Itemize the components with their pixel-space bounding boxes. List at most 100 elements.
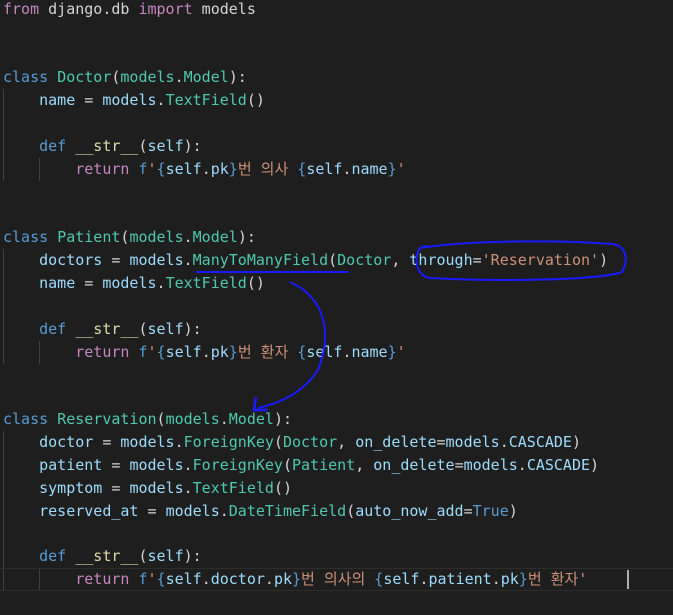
code-token: class [3, 68, 49, 86]
code-token: . [491, 570, 501, 588]
code-token: __str__ [75, 137, 139, 155]
code-token: ( [346, 502, 356, 520]
code-token: Model [183, 68, 229, 86]
code-token: . [201, 160, 211, 178]
code-token: def [39, 320, 67, 338]
code-line[interactable]: class Patient(models.Model): [3, 226, 256, 249]
code-line[interactable]: return f'{self.pk}번 환자 {self.name}' [3, 341, 405, 364]
code-token: doctor [39, 433, 94, 451]
code-token: } [518, 570, 528, 588]
code-token: { [374, 570, 384, 588]
code-token: Model [192, 228, 238, 246]
code-token: django.db [39, 0, 139, 18]
code-token: 번 환자' [527, 570, 588, 588]
code-token: . [517, 456, 527, 474]
code-token: through [409, 251, 473, 269]
code-token: ( [138, 137, 148, 155]
code-line[interactable]: name = models.TextField() [3, 89, 265, 112]
code-token: self [165, 343, 202, 361]
code-token: 번 의사 [237, 160, 298, 178]
code-token: ForeignKey [192, 456, 283, 474]
code-token: = [436, 433, 446, 451]
code-token: doctors [39, 251, 103, 269]
code-token: ' [396, 160, 406, 178]
code-token: Doctor [57, 68, 112, 86]
code-token: ): [183, 137, 202, 155]
code-token: models [129, 456, 184, 474]
code-token: models [102, 91, 157, 109]
code-token: . [183, 228, 193, 246]
code-line[interactable]: doctors = models.ManyToManyField(Doctor,… [3, 249, 608, 272]
code-line[interactable]: reserved_at = models.DateTimeField(auto_… [3, 500, 518, 523]
code-token: __str__ [75, 320, 139, 338]
code-token: models [120, 68, 175, 86]
code-token: models [445, 433, 500, 451]
code-token: = [463, 502, 473, 520]
code-token: ): [273, 410, 292, 428]
code-token: auto_now_add [355, 502, 464, 520]
code-token: = [93, 433, 121, 451]
code-line[interactable]: def __str__(self): [3, 318, 202, 341]
code-token: , [355, 456, 374, 474]
code-token: doctor [210, 570, 265, 588]
code-token: pk [273, 570, 292, 588]
code-line[interactable]: def __str__(self): [3, 545, 202, 568]
code-line[interactable]: name = models.TextField() [3, 272, 265, 295]
code-token: ( [138, 547, 148, 565]
code-token: ( [273, 433, 283, 451]
code-token: import [138, 0, 193, 18]
code-token: { [297, 343, 307, 361]
code-token: from [3, 0, 40, 18]
code-line[interactable]: symptom = models.TextField() [3, 477, 292, 500]
code-token: . [219, 410, 229, 428]
code-line[interactable]: patient = models.ForeignKey(Patient, on_… [3, 454, 599, 477]
code-token: = [472, 251, 482, 269]
code-token: class [3, 228, 49, 246]
code-token: models [120, 433, 175, 451]
code-token: Model [228, 410, 274, 428]
code-token: () [273, 479, 292, 497]
code-token: ): [237, 228, 256, 246]
code-token: . [264, 570, 274, 588]
code-token: . [156, 274, 166, 292]
code-line[interactable]: doctor = models.ForeignKey(Doctor, on_de… [3, 431, 581, 454]
code-token: TextField [165, 274, 247, 292]
code-token: TextField [165, 91, 247, 109]
code-token: . [183, 456, 193, 474]
code-token: models [129, 228, 184, 246]
code-token: patient [428, 570, 492, 588]
code-line[interactable]: return f'{self.doctor.pk}번 의사의 {self.pat… [3, 568, 587, 591]
code-token: { [156, 160, 166, 178]
code-token: = [75, 91, 103, 109]
code-line[interactable]: from django.db import models [3, 0, 256, 21]
code-token: . [219, 502, 229, 520]
code-token: } [387, 343, 397, 361]
code-line[interactable]: class Reservation(models.Model): [3, 408, 292, 431]
code-editor[interactable]: from django.db import models class Docto… [0, 0, 673, 615]
code-token: . [183, 251, 193, 269]
code-line[interactable]: def __str__(self): [3, 135, 202, 158]
code-token: return [75, 160, 130, 178]
code-line[interactable]: class Doctor(models.Model): [3, 66, 247, 89]
code-token: models [192, 0, 256, 18]
code-token: self [165, 570, 202, 588]
code-token: Reservation [57, 410, 157, 428]
code-token: name [39, 91, 76, 109]
code-token: Patient [292, 456, 356, 474]
code-token: 번 환자 [237, 343, 298, 361]
code-token: self [147, 137, 184, 155]
code-token: ( [138, 320, 148, 338]
code-token: ( [282, 456, 292, 474]
code-token: . [201, 570, 211, 588]
code-token: pk [210, 343, 229, 361]
code-token: Patient [57, 228, 121, 246]
code-line[interactable]: return f'{self.pk}번 의사 {self.name}' [3, 158, 406, 181]
